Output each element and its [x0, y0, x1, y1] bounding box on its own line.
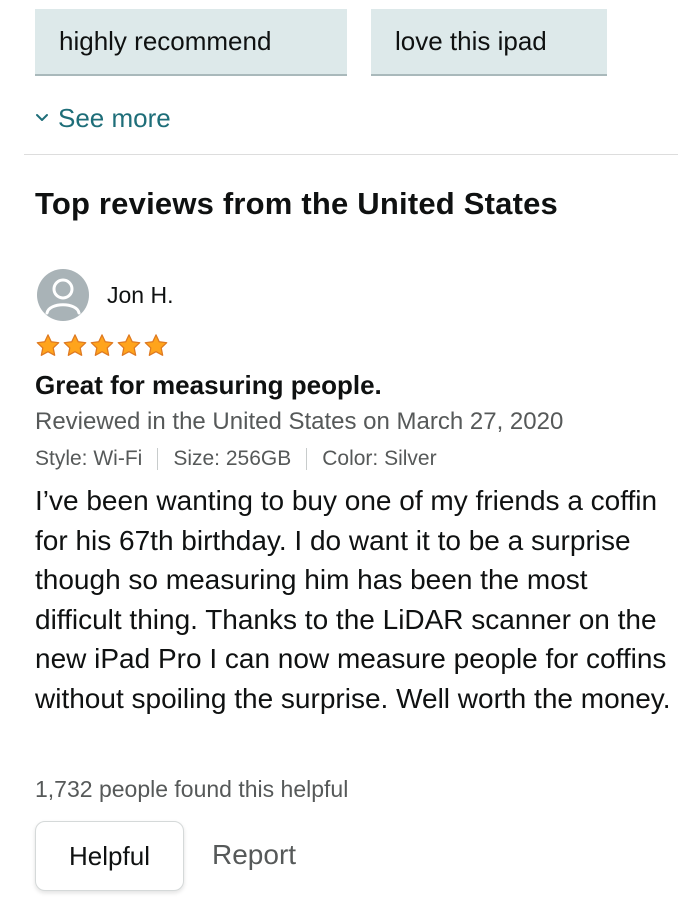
- star-icon: [117, 334, 141, 356]
- star-icon: [90, 334, 114, 356]
- product-variant-info[interactable]: Style: Wi-Fi Size: 256GB Color: Silver: [35, 444, 437, 474]
- star-rating: [35, 333, 169, 358]
- filter-chip-highly-recommend[interactable]: highly recommend: [35, 9, 347, 76]
- helpful-count: 1,732 people found this helpful: [35, 776, 349, 802]
- star-icon: [36, 334, 60, 356]
- user-avatar-icon: [37, 269, 89, 321]
- variant-style: Style: Wi-Fi: [35, 447, 143, 470]
- variant-separator: [306, 448, 308, 470]
- variant-size: Size: 256GB: [173, 447, 292, 470]
- helpful-button[interactable]: Helpful: [35, 821, 184, 891]
- section-divider: [24, 154, 678, 155]
- chevron-down-icon: [36, 114, 48, 121]
- filter-chip-love-this-ipad[interactable]: love this ipad: [371, 9, 607, 76]
- review-title[interactable]: Great for measuring people.: [35, 367, 382, 403]
- review-date: Reviewed in the United States on March 2…: [35, 408, 564, 435]
- report-link[interactable]: Report: [212, 837, 296, 873]
- variant-separator: [157, 448, 159, 470]
- variant-color: Color: Silver: [322, 447, 437, 470]
- see-more-label: See more: [58, 102, 171, 133]
- star-icon: [63, 334, 87, 356]
- reviews-section-title: Top reviews from the United States: [35, 186, 558, 221]
- reviewer-name[interactable]: Jon H.: [107, 280, 173, 310]
- star-icon: [144, 334, 168, 356]
- see-more-link[interactable]: See more: [34, 100, 171, 136]
- review-body: I’ve been wanting to buy one of my frien…: [35, 485, 671, 714]
